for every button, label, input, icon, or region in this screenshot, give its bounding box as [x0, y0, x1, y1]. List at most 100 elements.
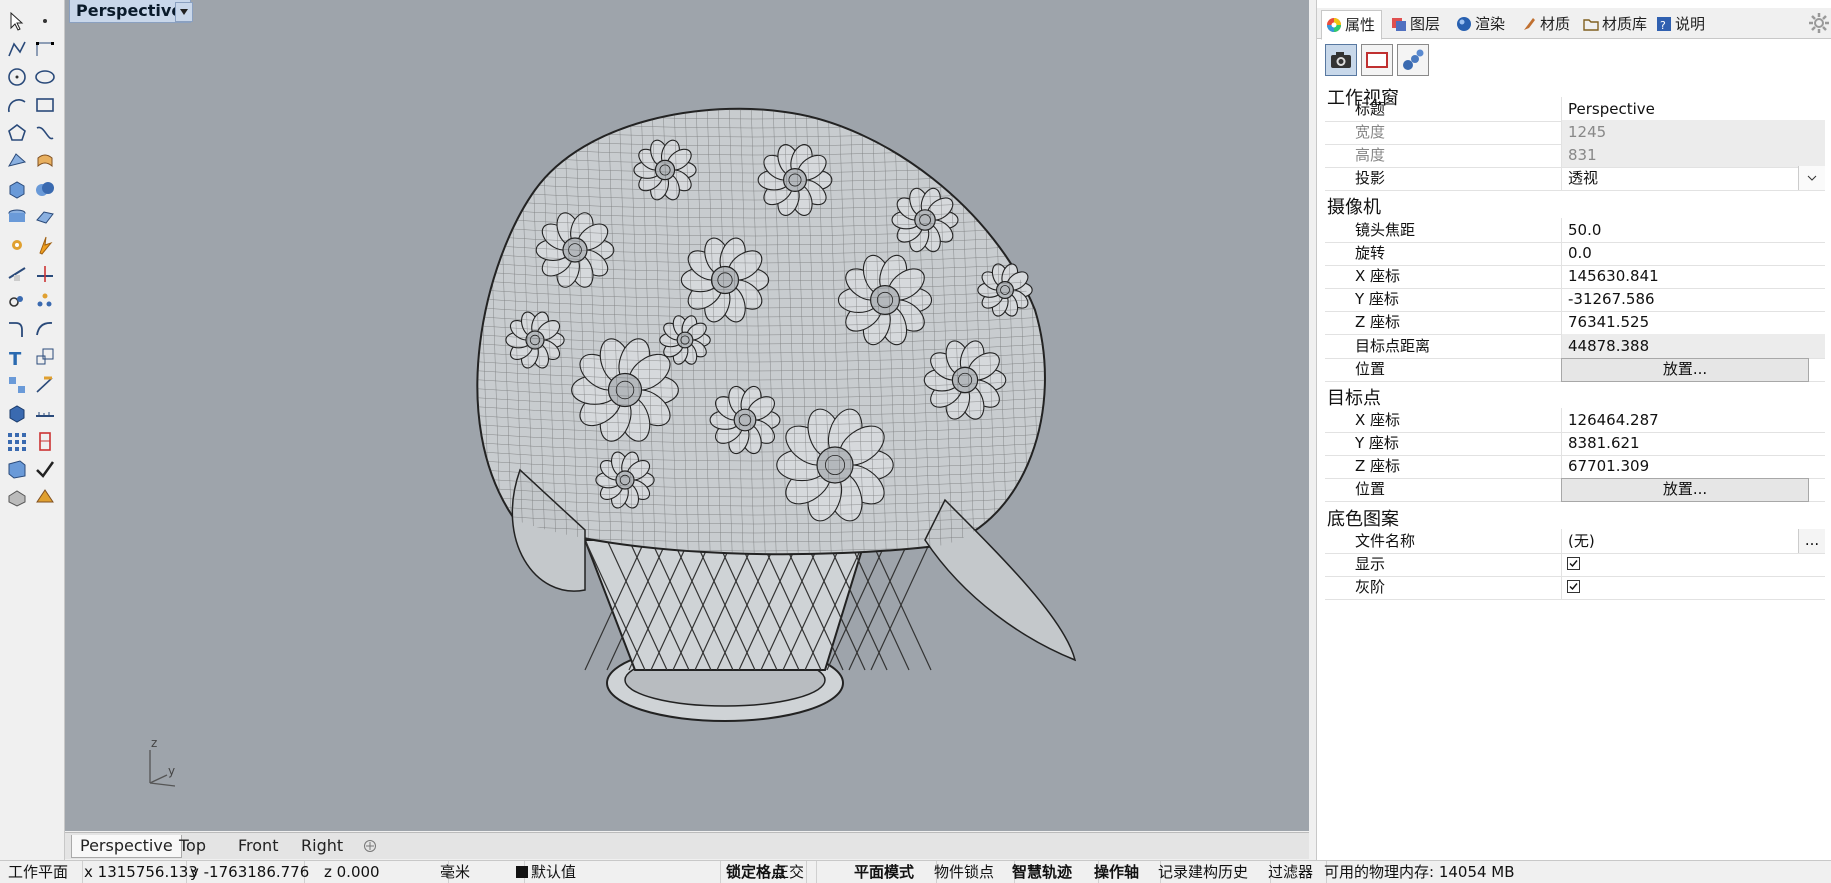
- cplane-label[interactable]: 工作平面: [4, 861, 83, 883]
- property-label: Y 座标: [1355, 290, 1399, 309]
- flower-basket-mesh-model[interactable]: [65, 0, 1309, 831]
- scale-icon[interactable]: [32, 344, 58, 370]
- polyline-icon[interactable]: [4, 36, 30, 62]
- status-toggle[interactable]: 正交: [770, 861, 817, 883]
- property-value-text: 透视: [1568, 169, 1599, 188]
- add-viewport-tab-button[interactable]: [355, 835, 385, 857]
- tab-perspective[interactable]: Perspective: [71, 835, 182, 858]
- select-arrow-icon[interactable]: [4, 8, 30, 34]
- tab-color-wheel[interactable]: 属性: [1321, 10, 1383, 40]
- property-value[interactable]: 透视: [1561, 166, 1825, 191]
- layer-icon[interactable]: [4, 456, 30, 482]
- tab-top[interactable]: Top: [171, 835, 214, 857]
- material-icon[interactable]: [32, 484, 58, 510]
- color-wheel-icon: [1326, 17, 1342, 33]
- freeform-curve-icon[interactable]: [32, 120, 58, 146]
- dimension-icon[interactable]: [32, 372, 58, 398]
- nudge-icon[interactable]: [32, 428, 58, 454]
- svg-text:?: ?: [1660, 19, 1666, 32]
- camera-row: 镜头焦距 50.0: [1325, 218, 1825, 243]
- tab-front[interactable]: Front: [230, 835, 286, 857]
- section-wallpaper: 底色图案: [1327, 509, 1399, 530]
- fillet-icon[interactable]: [4, 316, 30, 342]
- flash-icon[interactable]: [32, 232, 58, 258]
- viewport-frame-icon[interactable]: [1361, 44, 1393, 76]
- point-icon[interactable]: [32, 8, 58, 34]
- text-icon[interactable]: T: [4, 344, 30, 370]
- box-solid-icon[interactable]: [4, 176, 30, 202]
- camera-row: Y 座标 -31267.586: [1325, 287, 1825, 313]
- current-layer[interactable]: 默认值: [512, 861, 721, 883]
- status-toggle[interactable]: 平面模式: [850, 861, 937, 883]
- perspective-viewport[interactable]: z y Perspective: [65, 0, 1309, 831]
- property-label: 位置: [1355, 359, 1386, 378]
- surface-from-curves-icon[interactable]: [32, 148, 58, 174]
- property-value[interactable]: 8381.621: [1561, 431, 1825, 456]
- property-value[interactable]: 126464.287: [1561, 408, 1825, 432]
- chevron-down-icon[interactable]: [1798, 166, 1825, 191]
- property-value[interactable]: 50.0: [1561, 218, 1825, 242]
- viewport-row: 高度 831: [1325, 143, 1825, 169]
- ellipse-icon[interactable]: [32, 64, 58, 90]
- gear-icon[interactable]: [1808, 12, 1830, 34]
- plus-icon: [364, 840, 376, 852]
- cube-view-icon[interactable]: [4, 400, 30, 426]
- property-value[interactable]: 145630.841: [1561, 264, 1825, 289]
- units[interactable]: 毫米: [430, 861, 525, 883]
- viewport-title[interactable]: Perspective: [69, 0, 192, 23]
- tab-right[interactable]: Right: [293, 835, 351, 857]
- ruler-icon[interactable]: [32, 400, 58, 426]
- extrude-icon[interactable]: [4, 204, 30, 230]
- status-toggle[interactable]: 物件锁点: [930, 861, 1015, 883]
- gear-settings-icon[interactable]: [4, 232, 30, 258]
- panel-tabs: 属性 图层 渲染 材质 材质库? 说明: [1317, 8, 1831, 40]
- checkbox[interactable]: [1567, 580, 1580, 594]
- property-value-text: 145630.841: [1568, 267, 1659, 286]
- array-icon[interactable]: [4, 428, 30, 454]
- transform-icon[interactable]: [4, 372, 30, 398]
- checkbox[interactable]: [1567, 557, 1580, 571]
- coord-y: y -1763186.776: [186, 861, 309, 883]
- property-value[interactable]: 76341.525: [1561, 310, 1825, 335]
- tab-render-sphere[interactable]: 渲染: [1452, 10, 1511, 38]
- tab-label: 渲染: [1475, 15, 1506, 33]
- property-value[interactable]: -31267.586: [1561, 287, 1825, 312]
- tab-brush[interactable]: 材质: [1517, 10, 1576, 38]
- rectangle-icon[interactable]: [32, 92, 58, 118]
- browse-file-button[interactable]: ...: [1798, 529, 1825, 553]
- tab-layers[interactable]: 图层: [1387, 10, 1446, 38]
- property-value[interactable]: 44878.388: [1561, 333, 1825, 358]
- tab-folder[interactable]: 材质库: [1579, 10, 1653, 38]
- property-label: 高度: [1355, 146, 1386, 165]
- polygon-icon[interactable]: [4, 120, 30, 146]
- property-value[interactable]: (无)...: [1561, 529, 1825, 553]
- object-properties-icon[interactable]: [1397, 44, 1429, 76]
- check-icon[interactable]: [32, 456, 58, 482]
- place-button[interactable]: 放置...: [1561, 357, 1809, 382]
- viewport-menu-dropdown[interactable]: [175, 2, 193, 22]
- render-icon[interactable]: [4, 484, 30, 510]
- tab-help[interactable]: ? 说明: [1652, 10, 1711, 38]
- property-value-text: 8381.621: [1568, 434, 1640, 453]
- property-value[interactable]: 67701.309: [1561, 454, 1825, 479]
- points-icon[interactable]: [32, 288, 58, 314]
- property-value-text: 76341.525: [1568, 313, 1650, 332]
- property-value[interactable]: 0.0: [1561, 241, 1825, 266]
- curve-point-icon[interactable]: [32, 36, 58, 62]
- status-toggle[interactable]: 过滤器: [1264, 861, 1327, 883]
- boolean-icon[interactable]: [32, 176, 58, 202]
- circle-icon[interactable]: [4, 64, 30, 90]
- camera-icon[interactable]: [1325, 44, 1357, 76]
- status-toggle[interactable]: 操作轴: [1090, 861, 1161, 883]
- trim-icon[interactable]: [4, 260, 30, 286]
- property-value[interactable]: Perspective: [1561, 97, 1825, 121]
- group-icon[interactable]: [4, 288, 30, 314]
- place-button[interactable]: 放置...: [1561, 478, 1809, 503]
- arc-icon[interactable]: [4, 92, 30, 118]
- surface-edit-icon[interactable]: [4, 148, 30, 174]
- plane-surface-icon[interactable]: [32, 204, 58, 230]
- status-toggle[interactable]: 记录建构历史: [1154, 861, 1271, 883]
- split-icon[interactable]: [32, 260, 58, 286]
- status-toggle[interactable]: 智慧轨迹: [1008, 861, 1099, 883]
- blend-icon[interactable]: [32, 316, 58, 342]
